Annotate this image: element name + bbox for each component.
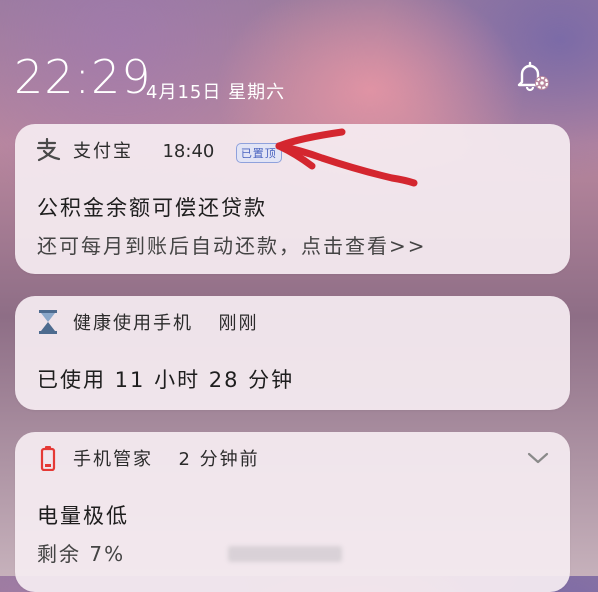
clock-date: 4月15日 星期六 [146,82,286,103]
chevron-down-icon[interactable] [526,450,550,466]
lockscreen-status-area: 22:29 4月15日 星期六 [0,0,598,118]
notification-time: 2 分钟前 [178,449,260,470]
notification-title: 公积金余额可偿还贷款 [37,196,267,220]
app-name: 健康使用手机 [73,313,193,334]
notification-body: 还可每月到账后自动还款，点击查看>> [37,234,427,258]
battery-low-icon [35,445,61,471]
app-name: 支付宝 [73,141,133,162]
alipay-icon [35,137,61,163]
pinned-badge: 已置顶 [235,143,282,163]
notification-card-alipay[interactable]: 支付宝 18:40 已置顶 公积金余额可偿还贷款 还可每月到账后自动还款，点击查… [15,124,570,274]
notification-card-digital-wellbeing[interactable]: 健康使用手机 刚刚 已使用 11 小时 28 分钟 [15,296,570,410]
notification-header: 健康使用手机 刚刚 [15,296,570,348]
notification-card-phone-manager[interactable]: 手机管家 2 分钟前 电量极低 剩余 7% [15,432,570,592]
notification-title: 电量极低 [37,504,129,528]
blurred-region [228,546,342,562]
notification-header: 支付宝 18:40 已置顶 [15,124,570,176]
app-name: 手机管家 [73,449,153,470]
notification-time: 刚刚 [218,313,259,334]
notification-time: 18:40 [162,141,215,162]
notification-title: 已使用 11 小时 28 分钟 [37,368,295,392]
notification-header: 手机管家 2 分钟前 [15,432,570,484]
clock-time: 22:29 [14,50,152,104]
hourglass-icon [35,309,61,335]
bell-gear-icon[interactable] [512,58,552,94]
notification-body: 剩余 7% [37,542,126,566]
